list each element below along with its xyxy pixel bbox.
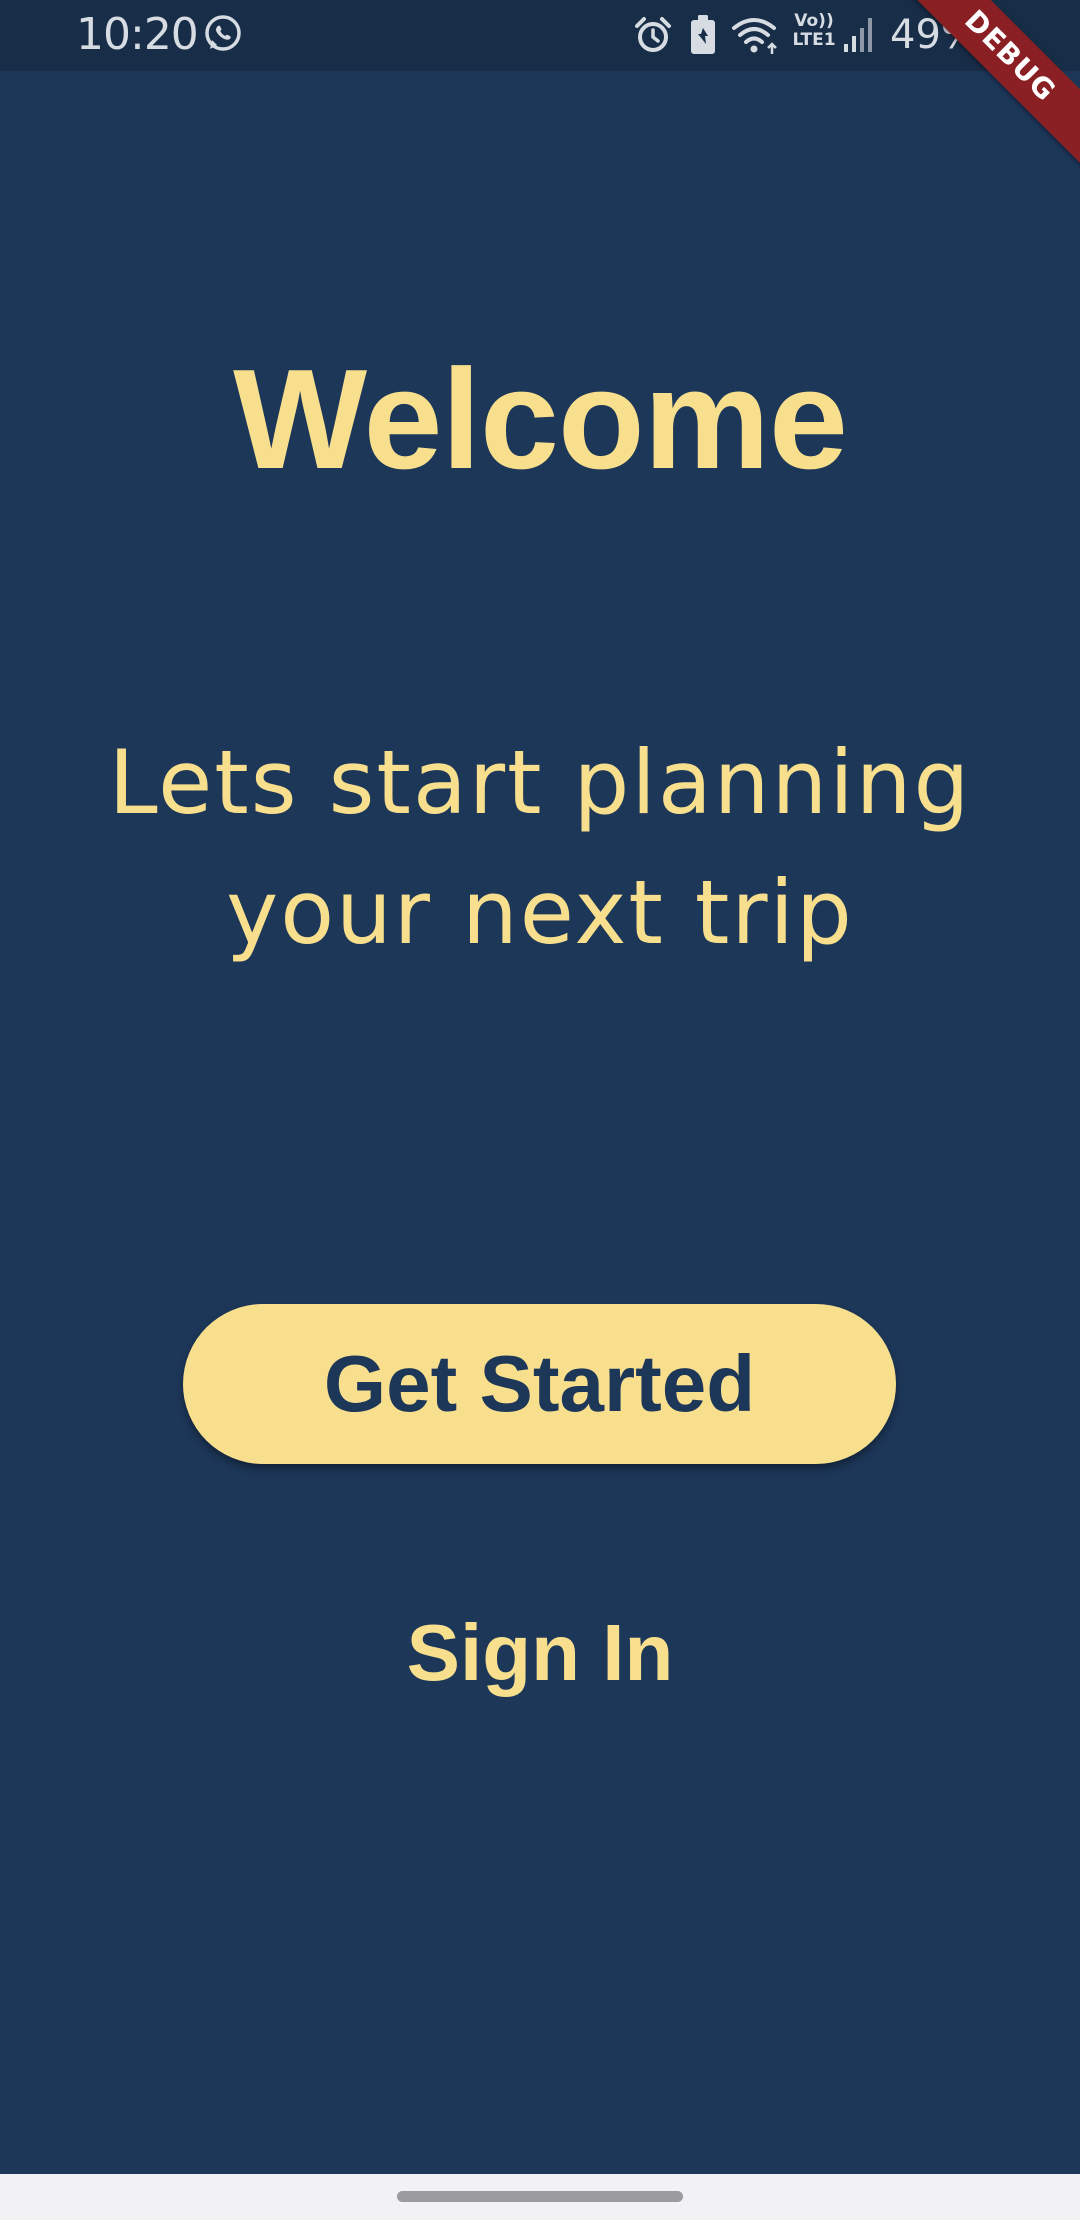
- volte-bottom-label: LTE1: [792, 30, 836, 50]
- get-started-button[interactable]: Get Started: [183, 1304, 896, 1464]
- volte-icon: Vo)) LTE1: [792, 12, 836, 56]
- subtitle-line-2: your next trip: [226, 861, 854, 964]
- subtitle-line-1: Lets start planning: [108, 731, 972, 834]
- signal-icon: [844, 18, 872, 52]
- status-time: 10:20: [76, 9, 199, 60]
- whatsapp-icon: [205, 15, 241, 51]
- subtitle: Lets start planning your next trip: [40, 718, 1040, 978]
- wifi-icon: [732, 18, 777, 54]
- alarm-icon: [635, 17, 671, 52]
- battery-saver-icon: [691, 15, 715, 54]
- sign-in-link[interactable]: Sign In: [340, 1598, 740, 1708]
- home-indicator[interactable]: [397, 2191, 683, 2202]
- volte-top-label: Vo)): [794, 11, 834, 31]
- navigation-bar: [0, 2174, 1080, 2220]
- status-bar: 10:20 Vo)) LTE1 49%: [0, 0, 1080, 71]
- welcome-title: Welcome: [233, 340, 848, 499]
